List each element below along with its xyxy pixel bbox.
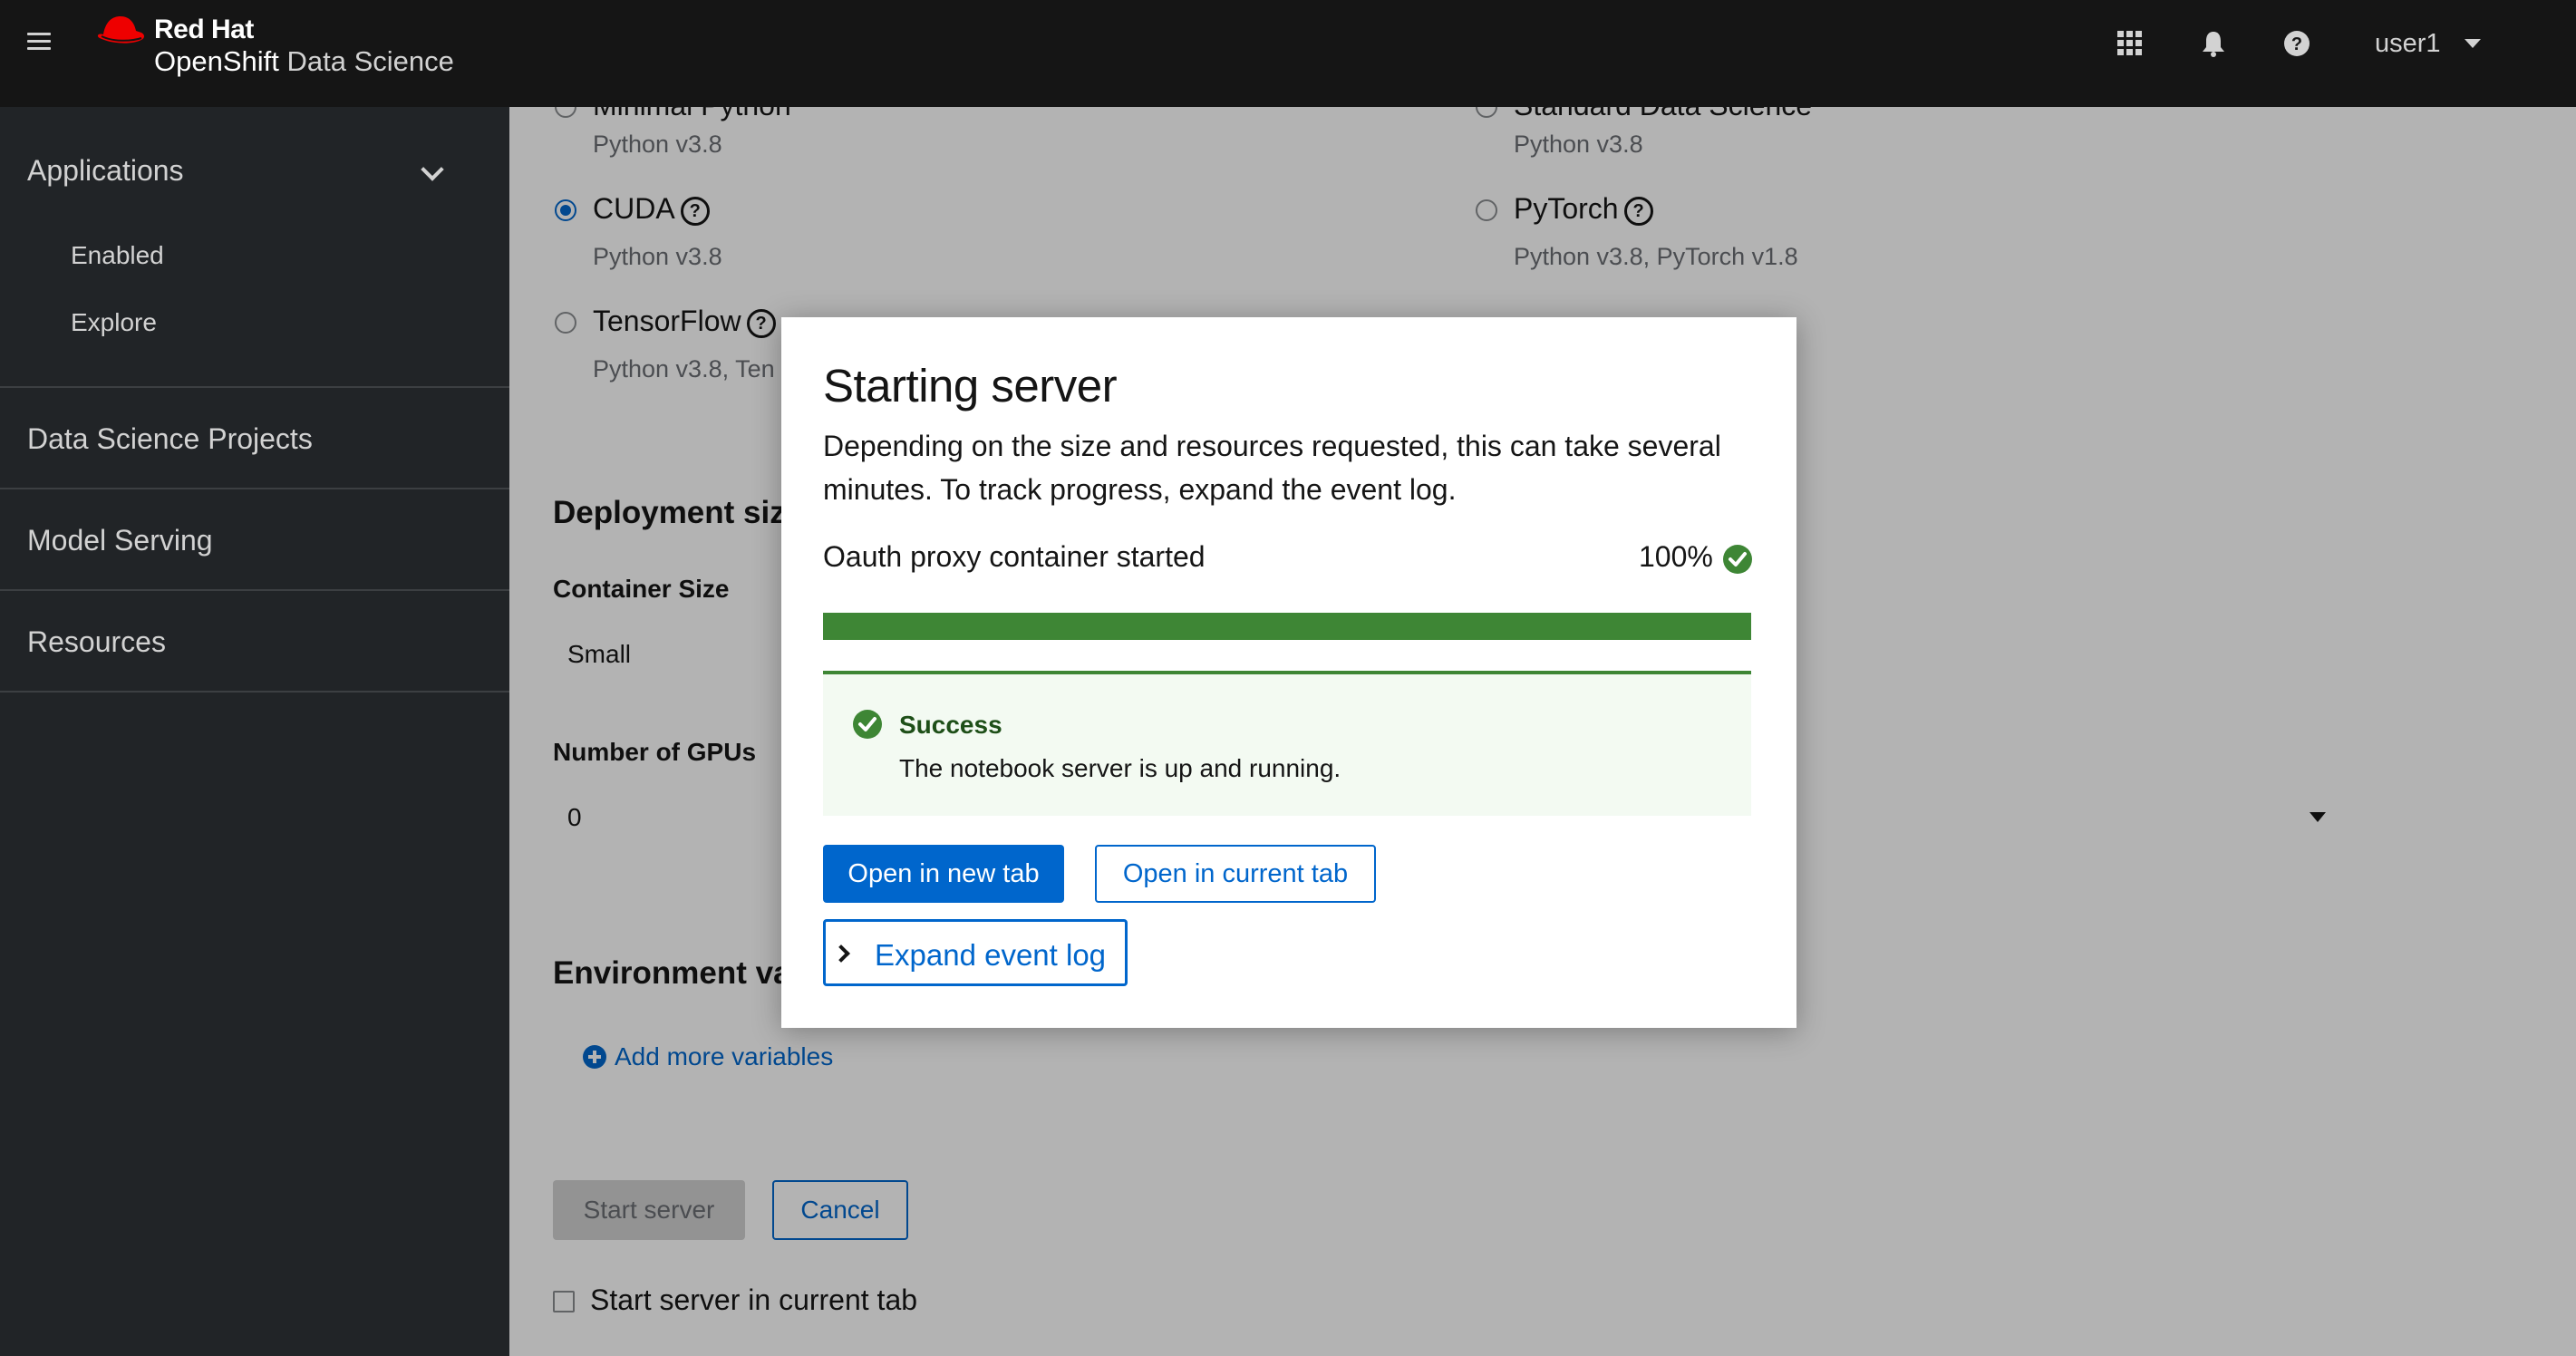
sidebar-item-model-serving[interactable]: Model Serving <box>27 524 213 557</box>
modal-title: Starting server <box>823 360 1118 412</box>
svg-text:?: ? <box>2291 34 2302 54</box>
success-alert: Success The notebook server is up and ru… <box>823 671 1751 816</box>
nav-group-model-serving: Model Serving <box>0 489 509 591</box>
progress-bar-fill <box>823 613 1751 640</box>
caret-down-icon <box>2464 39 2481 48</box>
bell-icon[interactable] <box>2197 27 2230 60</box>
sidebar-item-enabled[interactable]: Enabled <box>71 241 164 270</box>
alert-title: Success <box>899 711 1002 739</box>
sidebar-nav: Applications Enabled Explore Data Scienc… <box>0 107 509 1356</box>
check-circle-icon <box>853 710 882 739</box>
hamburger-icon[interactable] <box>27 29 51 53</box>
red-hat-logo-icon <box>97 16 144 44</box>
user-name: user1 <box>2375 28 2441 58</box>
progress-description: Oauth proxy container started <box>823 540 1206 573</box>
progress-percent: 100% <box>1639 540 1713 573</box>
brand-product: OpenShift Data Science <box>154 45 454 78</box>
masthead: Red Hat OpenShift Data Science ? user1 <box>0 0 2576 107</box>
progress-bar <box>823 613 1751 640</box>
open-in-new-tab-button[interactable]: Open in new tab <box>823 845 1064 903</box>
expand-event-log-toggle[interactable]: Expand event log <box>823 919 1128 986</box>
sidebar-item-data-science-projects[interactable]: Data Science Projects <box>27 422 313 456</box>
brand-data-science: Data Science <box>286 45 454 77</box>
nav-group-resources: Resources <box>0 591 509 693</box>
brand-openshift: OpenShift <box>154 45 279 77</box>
sidebar-item-explore[interactable]: Explore <box>71 308 157 337</box>
user-menu[interactable]: user1 <box>2375 25 2481 62</box>
starting-server-modal: Starting server Depending on the size an… <box>781 317 1796 1028</box>
sidebar-item-applications[interactable]: Applications <box>27 154 184 188</box>
brand-red-hat: Red Hat <box>154 15 254 44</box>
app-launcher-icon[interactable] <box>2114 27 2146 60</box>
nav-group-applications: Applications Enabled Explore <box>0 107 509 388</box>
open-in-current-tab-button[interactable]: Open in current tab <box>1095 845 1376 903</box>
help-icon[interactable]: ? <box>2281 27 2313 60</box>
chevron-right-icon <box>832 944 850 963</box>
nav-group-projects: Data Science Projects <box>0 388 509 489</box>
expand-event-log-label: Expand event log <box>875 938 1107 972</box>
check-circle-icon <box>1723 545 1752 574</box>
chevron-down-icon[interactable] <box>421 158 444 181</box>
alert-body: The notebook server is up and running. <box>899 754 1341 782</box>
sidebar-item-resources[interactable]: Resources <box>27 625 166 659</box>
modal-description: Depending on the size and resources requ… <box>823 430 1721 506</box>
